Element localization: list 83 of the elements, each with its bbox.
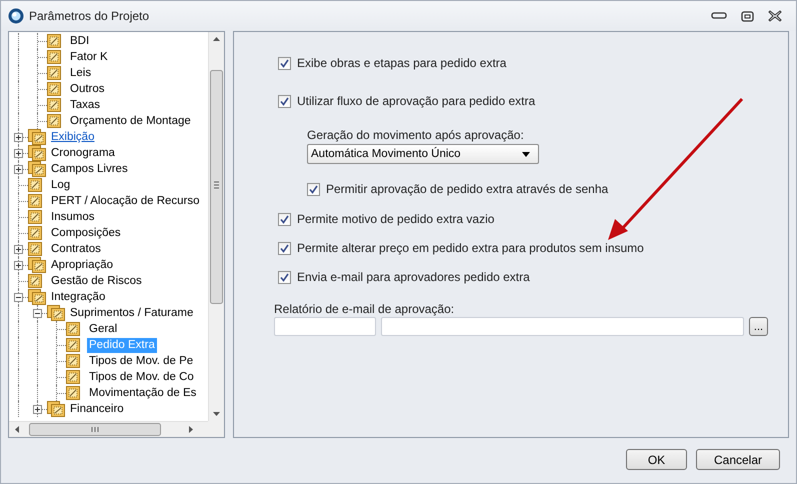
maximize-icon[interactable] (741, 10, 754, 22)
documents-icon (28, 257, 46, 273)
tree-item[interactable]: Cronograma (49, 146, 117, 160)
collapse-button[interactable] (33, 309, 42, 318)
tree-item[interactable]: Tipos de Mov. de Pe (87, 354, 196, 368)
tree-item[interactable]: Geral (87, 322, 120, 336)
document-icon (47, 34, 61, 48)
collapse-button[interactable] (14, 293, 23, 302)
tree-item[interactable]: Suprimentos / Faturame (68, 306, 196, 320)
field-label: Relatório de e-mail de aprovação: (274, 302, 456, 316)
tree-item[interactable]: Integração (49, 290, 108, 304)
document-icon (28, 178, 42, 192)
tree-item[interactable]: Taxas (68, 98, 102, 112)
caret-icon (522, 152, 530, 156)
expand-button[interactable] (14, 149, 23, 158)
tree-item[interactable]: Financeiro (68, 402, 126, 416)
tree-item[interactable]: Fator K (68, 50, 110, 64)
tree-item[interactable]: Gestão de Riscos (49, 274, 144, 288)
documents-icon (47, 401, 65, 417)
checkbox-label: Utilizar fluxo de aprovação para pedido extra (297, 94, 536, 108)
documents-icon (28, 129, 46, 145)
tree-item[interactable]: Movimentação de Es (87, 386, 198, 400)
tree-item[interactable]: Log (49, 178, 72, 192)
dialog-button[interactable]: Cancelar (696, 449, 780, 470)
checkbox[interactable] (307, 182, 320, 196)
document-icon (66, 322, 80, 336)
checkbox-label: Envia e-mail para aprovadores pedido extra (297, 270, 530, 284)
tree-item[interactable]: PERT / Alocação de Recurso (49, 194, 202, 208)
expand-button[interactable] (14, 261, 23, 270)
checkbox-label: Exibe obras e etapas para pedido extra (297, 56, 506, 70)
horizontal-scrollbar[interactable] (9, 421, 208, 437)
tree-item[interactable]: Exibição (49, 130, 96, 144)
document-icon (47, 50, 61, 64)
document-icon (47, 66, 61, 80)
documents-icon (28, 161, 46, 177)
checkbox-label: Permitir aprovação de pedido extra através de senha (326, 182, 608, 196)
field-label: Geração do movimento após aprovação: (307, 128, 525, 142)
tree-item[interactable]: Orçamento de Montage (68, 114, 193, 128)
document-icon (28, 274, 42, 288)
checkbox[interactable] (278, 94, 291, 108)
checkbox[interactable] (278, 212, 291, 226)
tree-item[interactable]: BDI (68, 34, 92, 48)
document-icon (28, 194, 42, 208)
tree-item[interactable]: Insumos (49, 210, 96, 224)
input-field[interactable] (381, 317, 744, 336)
vertical-scrollbar[interactable] (208, 32, 224, 421)
minimize-icon[interactable] (711, 12, 727, 20)
checkbox[interactable] (278, 242, 291, 254)
expand-button[interactable] (14, 133, 23, 142)
document-icon (66, 354, 80, 368)
checkbox[interactable] (278, 56, 291, 70)
checkbox-label: Permite alterar preço em pedido extra para produtos sem insumo (297, 241, 644, 255)
documents-icon (28, 145, 46, 161)
tree-item[interactable]: Outros (68, 82, 107, 96)
app-icon (8, 8, 24, 24)
document-icon (47, 114, 61, 128)
document-icon (66, 386, 80, 400)
checkbox[interactable] (278, 270, 291, 284)
tree-item[interactable]: Campos Livres (49, 162, 130, 176)
input-field[interactable] (274, 317, 376, 336)
dropdown[interactable]: Automática Movimento Único (307, 144, 539, 164)
document-icon (47, 82, 61, 96)
document-icon (28, 242, 42, 256)
expand-button[interactable] (14, 165, 23, 174)
tree-item[interactable]: Apropriação (49, 258, 116, 272)
expand-button[interactable] (14, 245, 23, 254)
document-icon (47, 98, 61, 112)
expand-button[interactable] (33, 405, 42, 414)
browse-button[interactable]: ... (749, 317, 768, 336)
window-title: Parâmetros do Projeto (29, 9, 150, 23)
documents-icon (28, 289, 46, 305)
tree-item[interactable]: Contratos (49, 242, 103, 256)
document-icon (28, 226, 42, 240)
tree-item[interactable]: Composições (49, 226, 123, 240)
tree-item[interactable]: Leis (68, 66, 94, 80)
document-icon (66, 370, 80, 384)
document-icon (28, 210, 42, 224)
document-icon (66, 338, 80, 352)
close-icon[interactable] (768, 10, 782, 22)
documents-icon (47, 305, 65, 321)
tree-item[interactable]: Tipos de Mov. de Co (87, 370, 196, 384)
checkbox-label: Permite motivo de pedido extra vazio (297, 212, 494, 226)
dialog-button[interactable]: OK (626, 449, 687, 470)
